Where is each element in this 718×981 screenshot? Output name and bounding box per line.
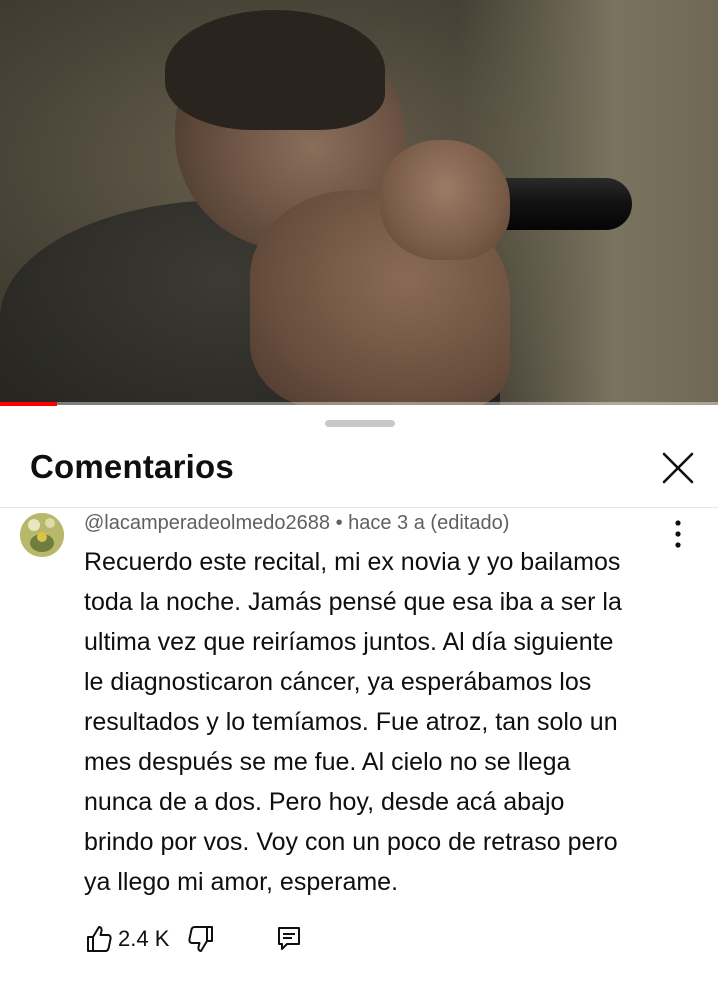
comment-line: resultados y lo temíamos. Fue atroz, tan… — [84, 708, 618, 736]
header-divider — [0, 507, 718, 508]
comment-line: ultima vez que reiríamos juntos. Al día … — [84, 628, 614, 656]
close-icon[interactable] — [658, 448, 698, 488]
comment-line: Recuerdo este recital, mi ex novia y yo … — [84, 548, 621, 576]
comment-line: ya llego mi amor, esperame. — [84, 868, 399, 896]
comment-line: nunca de a dos. Pero hoy, desde acá abaj… — [84, 788, 565, 816]
comments-sheet: Comentarios @lacamperadeolmedo2688 • hac… — [0, 406, 718, 981]
like-count: 2.4 K — [118, 926, 170, 951]
thumbs-down-icon[interactable] — [186, 924, 216, 954]
comment-line: mes después se me fue. Al cielo no se ll… — [84, 748, 571, 776]
sheet-title: Comentarios — [30, 448, 234, 485]
video-singer-hair — [165, 10, 385, 130]
video-singer-hand — [380, 140, 510, 260]
comment-line: toda la noche. Jamás pensé que esa iba a… — [84, 588, 622, 616]
avatar[interactable] — [20, 513, 64, 557]
comment-author-meta[interactable]: @lacamperadeolmedo2688 • hace 3 a (edita… — [84, 512, 509, 535]
reply-icon[interactable] — [274, 924, 304, 954]
video-player[interactable] — [0, 0, 718, 405]
comment-line: le diagnosticaron cáncer, ya esperábamos… — [84, 668, 592, 696]
drag-handle[interactable] — [325, 420, 395, 427]
comment-text: Recuerdo este recital, mi ex novia y yo … — [84, 542, 684, 902]
comment-line: brindo por vos. Voy con un poco de retra… — [84, 828, 618, 856]
thumbs-up-icon[interactable] — [84, 924, 114, 954]
